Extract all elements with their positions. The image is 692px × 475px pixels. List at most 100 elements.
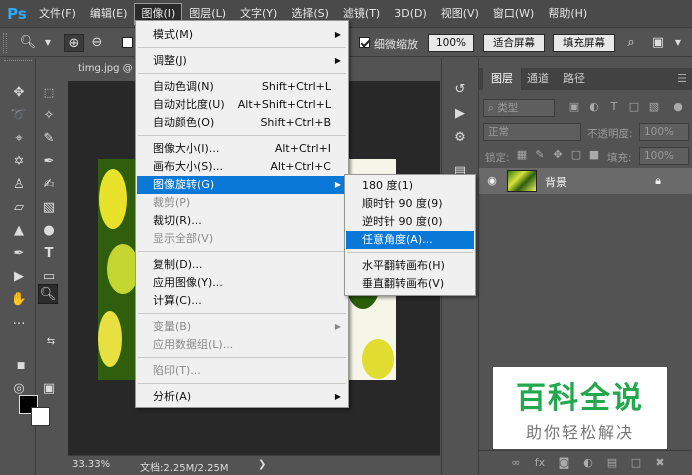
filter-shape-icon[interactable]: □ bbox=[627, 100, 641, 114]
fill-input[interactable]: 100% bbox=[639, 147, 689, 165]
chevron-down-icon[interactable]: ▼ bbox=[38, 34, 58, 52]
healing-brush-tool-icon[interactable]: ✡ bbox=[9, 152, 29, 172]
link-layers-icon[interactable]: ∞ bbox=[509, 456, 523, 470]
image-menu-item-13[interactable]: 计算(C)... bbox=[137, 292, 347, 310]
new-layer-icon[interactable]: □ bbox=[629, 456, 643, 470]
zoom-tool-preset-icon[interactable]: 🔍︎ bbox=[18, 34, 38, 52]
image-menu-item-3[interactable]: 自动对比度(U) Alt+Shift+Ctrl+L bbox=[137, 96, 347, 114]
panel-tab-0[interactable]: 图层 bbox=[483, 68, 522, 90]
fill-screen-button[interactable]: 填充屏幕 bbox=[553, 34, 615, 52]
image-menu-item-4[interactable]: 自动颜色(O) Shift+Ctrl+B bbox=[137, 114, 347, 132]
zoom-100-button[interactable]: 100% bbox=[428, 34, 474, 52]
lock-position-icon[interactable]: ✥ bbox=[551, 148, 565, 162]
resize-windows-checkbox[interactable] bbox=[122, 37, 133, 48]
path-selection-tool-icon[interactable]: ▶ bbox=[9, 267, 29, 287]
lasso-tool-icon[interactable]: ➰ bbox=[9, 106, 29, 126]
rotation-option-1[interactable]: 顺时针 90 度(9) bbox=[346, 195, 474, 213]
image-menu-item-14[interactable]: 变量(B) ▶ bbox=[137, 318, 347, 336]
actions-panel-icon[interactable]: ▶ bbox=[450, 104, 470, 124]
hand-tool-icon[interactable]: ✋ bbox=[9, 290, 29, 310]
opacity-input[interactable]: 100% bbox=[639, 123, 689, 141]
pen-tool-icon[interactable]: ✒ bbox=[9, 244, 29, 264]
background-color-swatch[interactable] bbox=[31, 407, 50, 426]
rotation-option-0[interactable]: 180 度(1) bbox=[346, 177, 474, 195]
image-menu-item-11[interactable]: 复制(D)... bbox=[137, 256, 347, 274]
image-menu-item-10[interactable]: 显示全部(V) bbox=[137, 230, 347, 248]
image-menu-item-16[interactable]: 陷印(T)... bbox=[137, 362, 347, 380]
adjustment-layer-icon[interactable]: ◐ bbox=[581, 456, 595, 470]
zoom-level[interactable]: 33.33% bbox=[72, 459, 110, 470]
image-menu-item-0[interactable]: 模式(M) ▶ bbox=[137, 26, 347, 44]
menu-item-0[interactable]: 文件(F) bbox=[32, 0, 83, 28]
lock-transparent-icon[interactable]: ▦ bbox=[515, 148, 529, 162]
stamp-tool-icon[interactable]: ♙ bbox=[9, 175, 29, 195]
blend-mode-select[interactable]: 正常 bbox=[483, 123, 581, 141]
scrubby-zoom-checkbox[interactable] bbox=[359, 37, 370, 48]
default-colors-icon[interactable]: ■ bbox=[11, 356, 31, 376]
quick-mask-icon[interactable]: ◎ bbox=[9, 379, 29, 399]
new-group-icon[interactable]: ▤ bbox=[605, 456, 619, 470]
crop-tool-icon[interactable]: ⌖ bbox=[9, 129, 29, 149]
lock-all-icon[interactable]: ■ bbox=[587, 148, 601, 162]
filter-pixel-icon[interactable]: ▣ bbox=[567, 100, 581, 114]
zoom-tool-icon[interactable]: 🔍︎ bbox=[38, 284, 58, 304]
image-menu-item-9[interactable]: 裁切(R)... bbox=[137, 212, 347, 230]
rotation-option-4[interactable]: 水平翻转画布(H) bbox=[346, 257, 474, 275]
image-menu-item-17[interactable]: 分析(A) ▶ bbox=[137, 388, 347, 406]
delete-layer-icon[interactable]: ✖ bbox=[653, 456, 667, 470]
options-grip[interactable] bbox=[3, 33, 7, 53]
document-tab[interactable]: timg.jpg @ 33.3% bbox=[70, 58, 142, 80]
menu-item-10[interactable]: 帮助(H) bbox=[541, 0, 594, 28]
lock-pixels-icon[interactable]: ✎ bbox=[533, 148, 547, 162]
screen-mode-icon[interactable]: ▣ bbox=[39, 379, 59, 399]
eyedropper-tool-icon[interactable]: ✎ bbox=[39, 129, 59, 149]
fx-icon[interactable]: fx bbox=[533, 456, 547, 470]
rotation-option-5[interactable]: 垂直翻转画布(V) bbox=[346, 275, 474, 293]
history-brush-tool-icon[interactable]: ✍ bbox=[39, 175, 59, 195]
blur-tool-icon[interactable]: ▲ bbox=[9, 221, 29, 241]
zoom-out-icon[interactable]: ⊖ bbox=[87, 34, 107, 52]
filter-smart-object-icon[interactable]: ▧ bbox=[647, 100, 661, 114]
zoom-in-icon[interactable]: ⊕ bbox=[64, 34, 84, 52]
tools-grip[interactable] bbox=[4, 60, 32, 64]
panel-tab-1[interactable]: 通道 bbox=[519, 68, 557, 90]
menu-item-7[interactable]: 3D(D) bbox=[387, 0, 434, 28]
add-mask-icon[interactable]: ◙ bbox=[557, 456, 571, 470]
workspace-chevron-icon[interactable]: ▼ bbox=[668, 34, 688, 52]
brush-tool-icon[interactable]: ✒ bbox=[39, 152, 59, 172]
history-panel-icon[interactable]: ↺ bbox=[450, 80, 470, 100]
menu-item-8[interactable]: 视图(V) bbox=[434, 0, 486, 28]
gradient-tool-icon[interactable]: ▧ bbox=[39, 198, 59, 218]
panel-menu-icon[interactable]: ☰ bbox=[675, 72, 689, 86]
search-icon[interactable]: ⌕ bbox=[621, 34, 641, 52]
properties-panel-icon[interactable]: ⚙ bbox=[450, 128, 470, 148]
rotation-option-3[interactable]: 任意角度(A)... bbox=[346, 231, 474, 249]
status-chevron-icon[interactable]: ❯ bbox=[258, 459, 266, 470]
menu-item-9[interactable]: 窗口(W) bbox=[486, 0, 541, 28]
layer-kind-filter[interactable]: ⌕ 类型 bbox=[483, 99, 555, 117]
filter-adjustment-icon[interactable]: ◐ bbox=[587, 100, 601, 114]
magic-wand-tool-icon[interactable]: ✧ bbox=[39, 106, 59, 126]
move-tool-icon[interactable]: ✥ bbox=[9, 83, 29, 103]
filter-type-icon[interactable]: T bbox=[607, 100, 621, 114]
workspace-icon[interactable]: ▣ bbox=[648, 34, 668, 52]
image-menu-item-1[interactable]: 调整(J) ▶ bbox=[137, 52, 347, 70]
image-menu-item-15[interactable]: 应用数据组(L)... bbox=[137, 336, 347, 354]
rotation-option-2[interactable]: 逆时针 90 度(0) bbox=[346, 213, 474, 231]
dodge-tool-icon[interactable]: ● bbox=[39, 221, 59, 241]
filter-toggle-icon[interactable]: ● bbox=[671, 100, 685, 114]
layer-row-background[interactable]: ◉ 背景 🔒︎ bbox=[479, 168, 692, 194]
menu-item-1[interactable]: 编辑(E) bbox=[83, 0, 135, 28]
image-menu-item-2[interactable]: 自动色调(N) Shift+Ctrl+L bbox=[137, 78, 347, 96]
type-tool-icon[interactable]: T bbox=[39, 244, 59, 264]
image-menu-item-7[interactable]: 图像旋转(G) ▶ bbox=[137, 176, 347, 194]
eye-icon[interactable]: ◉ bbox=[485, 174, 499, 188]
fit-screen-button[interactable]: 适合屏幕 bbox=[483, 34, 545, 52]
panel-tab-2[interactable]: 路径 bbox=[555, 68, 593, 90]
image-menu-item-6[interactable]: 画布大小(S)... Alt+Ctrl+C bbox=[137, 158, 347, 176]
image-menu-item-12[interactable]: 应用图像(Y)... bbox=[137, 274, 347, 292]
image-menu-item-8[interactable]: 裁剪(P) bbox=[137, 194, 347, 212]
image-menu-item-5[interactable]: 图像大小(I)... Alt+Ctrl+I bbox=[137, 140, 347, 158]
lock-artboard-icon[interactable]: ▢ bbox=[569, 148, 583, 162]
swap-colors-icon[interactable]: ⇆ bbox=[41, 332, 61, 352]
